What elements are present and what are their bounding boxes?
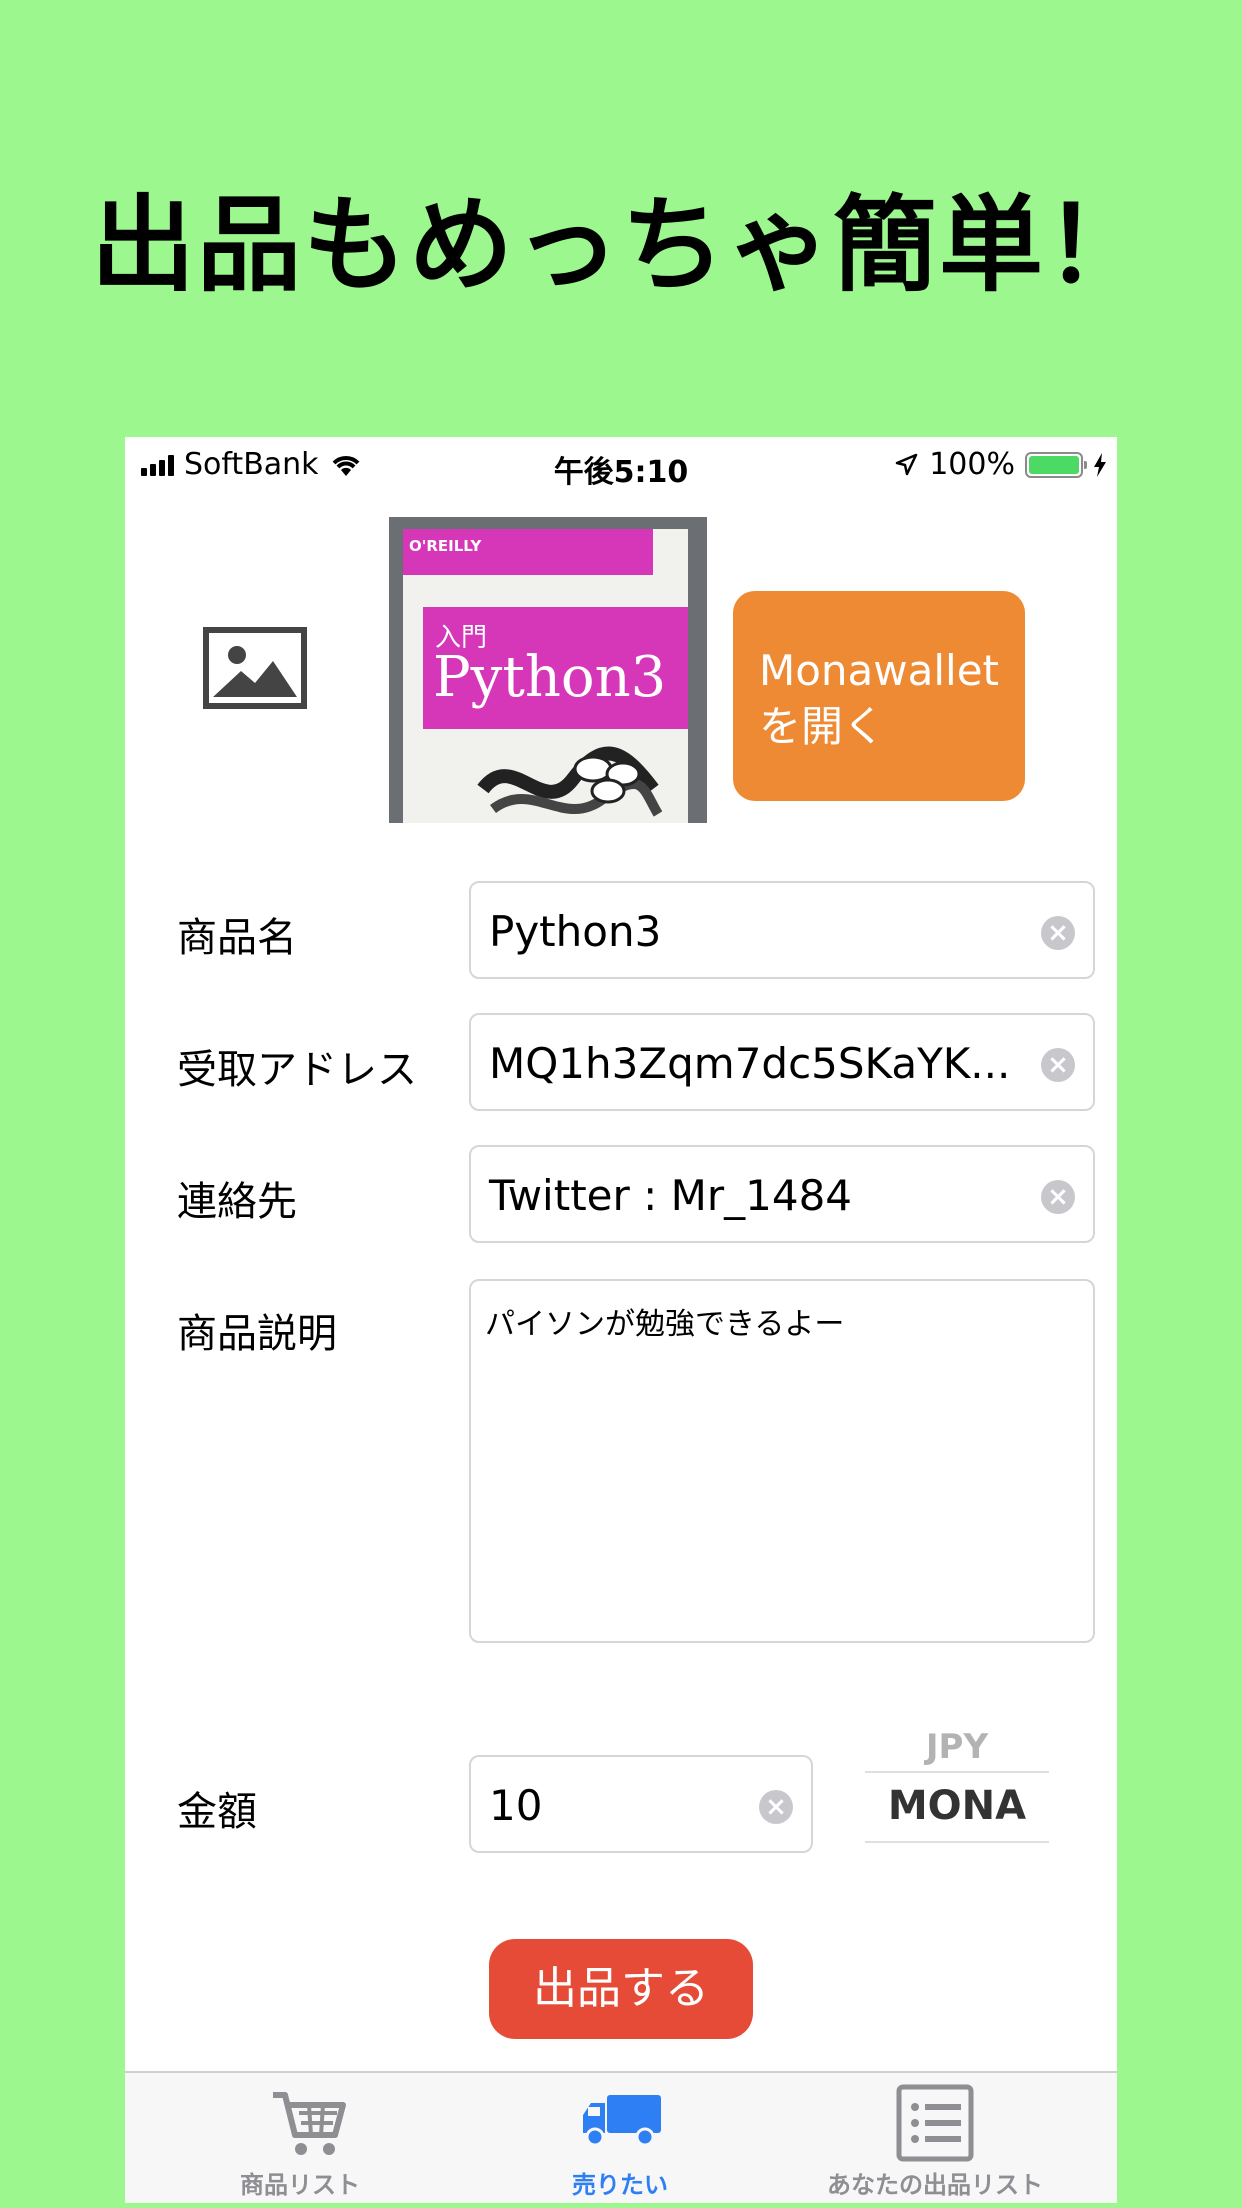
price-field[interactable]: 10 ×: [469, 1755, 813, 1853]
snake-illustration-icon: [477, 746, 663, 817]
tab-product-list[interactable]: 商品リスト: [155, 2073, 445, 2203]
tab-bar: 商品リスト 売りたい あなたの出品リスト: [125, 2071, 1117, 2203]
clear-icon[interactable]: ×: [1041, 1180, 1075, 1214]
tab-label: 売りたい: [572, 2171, 668, 2199]
battery-icon: [1025, 451, 1087, 478]
contact-value: Twitter : Mr_1484: [489, 1171, 853, 1220]
picker-divider: [865, 1841, 1049, 1843]
tab-label: あなたの出品リスト: [827, 2171, 1043, 2199]
phone-screen: SoftBank 午後5:10 100% O'REILLY 入門 Python3…: [125, 437, 1117, 2203]
clear-icon[interactable]: ×: [1041, 916, 1075, 950]
clear-icon[interactable]: ×: [759, 1790, 793, 1824]
clear-icon[interactable]: ×: [1041, 1048, 1075, 1082]
photo-publisher: O'REILLY: [409, 537, 482, 555]
submit-listing-button[interactable]: 出品する: [489, 1939, 753, 2039]
photo-cover-title: Python3: [433, 645, 667, 710]
description-label: 商品説明: [177, 1311, 337, 1357]
product-photo[interactable]: O'REILLY 入門 Python3: [389, 517, 707, 823]
currency-option-mona[interactable]: MONA: [865, 1783, 1049, 1829]
tab-label: 商品リスト: [240, 2171, 360, 2199]
promo-headline: 出品もめっちゃ簡単！: [90, 184, 1151, 306]
product-name-label: 商品名: [177, 915, 297, 961]
address-label: 受取アドレス: [177, 1047, 417, 1093]
charging-bolt-icon: [1094, 452, 1106, 477]
tab-my-listings[interactable]: あなたの出品リスト: [765, 2073, 1105, 2203]
open-monawallet-button[interactable]: Monawallet を開く: [733, 591, 1025, 801]
tab-sell[interactable]: 売りたい: [475, 2073, 765, 2203]
status-bar: SoftBank 午後5:10 100%: [125, 437, 1117, 491]
cart-icon: [273, 2092, 346, 2155]
contact-label: 連絡先: [177, 1179, 297, 1225]
picker-divider: [865, 1771, 1049, 1773]
price-label: 金額: [177, 1789, 257, 1835]
product-name-field[interactable]: Python3 ×: [469, 881, 1095, 979]
price-value: 10: [489, 1781, 543, 1830]
address-value: MQ1h3Zqm7dc5SKaYK...: [489, 1039, 1011, 1088]
description-value: パイソンが勉強できるよー: [485, 1307, 845, 1342]
battery-percent: 100%: [929, 447, 1015, 482]
description-textarea[interactable]: パイソンが勉強できるよー: [469, 1279, 1095, 1643]
list-icon: [896, 2084, 974, 2162]
location-arrow-icon: [895, 453, 918, 475]
currency-option-jpy[interactable]: JPY: [865, 1727, 1049, 1767]
contact-field[interactable]: Twitter : Mr_1484 ×: [469, 1145, 1095, 1243]
image-placeholder-icon[interactable]: [203, 627, 307, 709]
address-field[interactable]: MQ1h3Zqm7dc5SKaYK... ×: [469, 1013, 1095, 1111]
product-name-value: Python3: [489, 907, 662, 956]
truck-icon: [583, 2095, 661, 2147]
